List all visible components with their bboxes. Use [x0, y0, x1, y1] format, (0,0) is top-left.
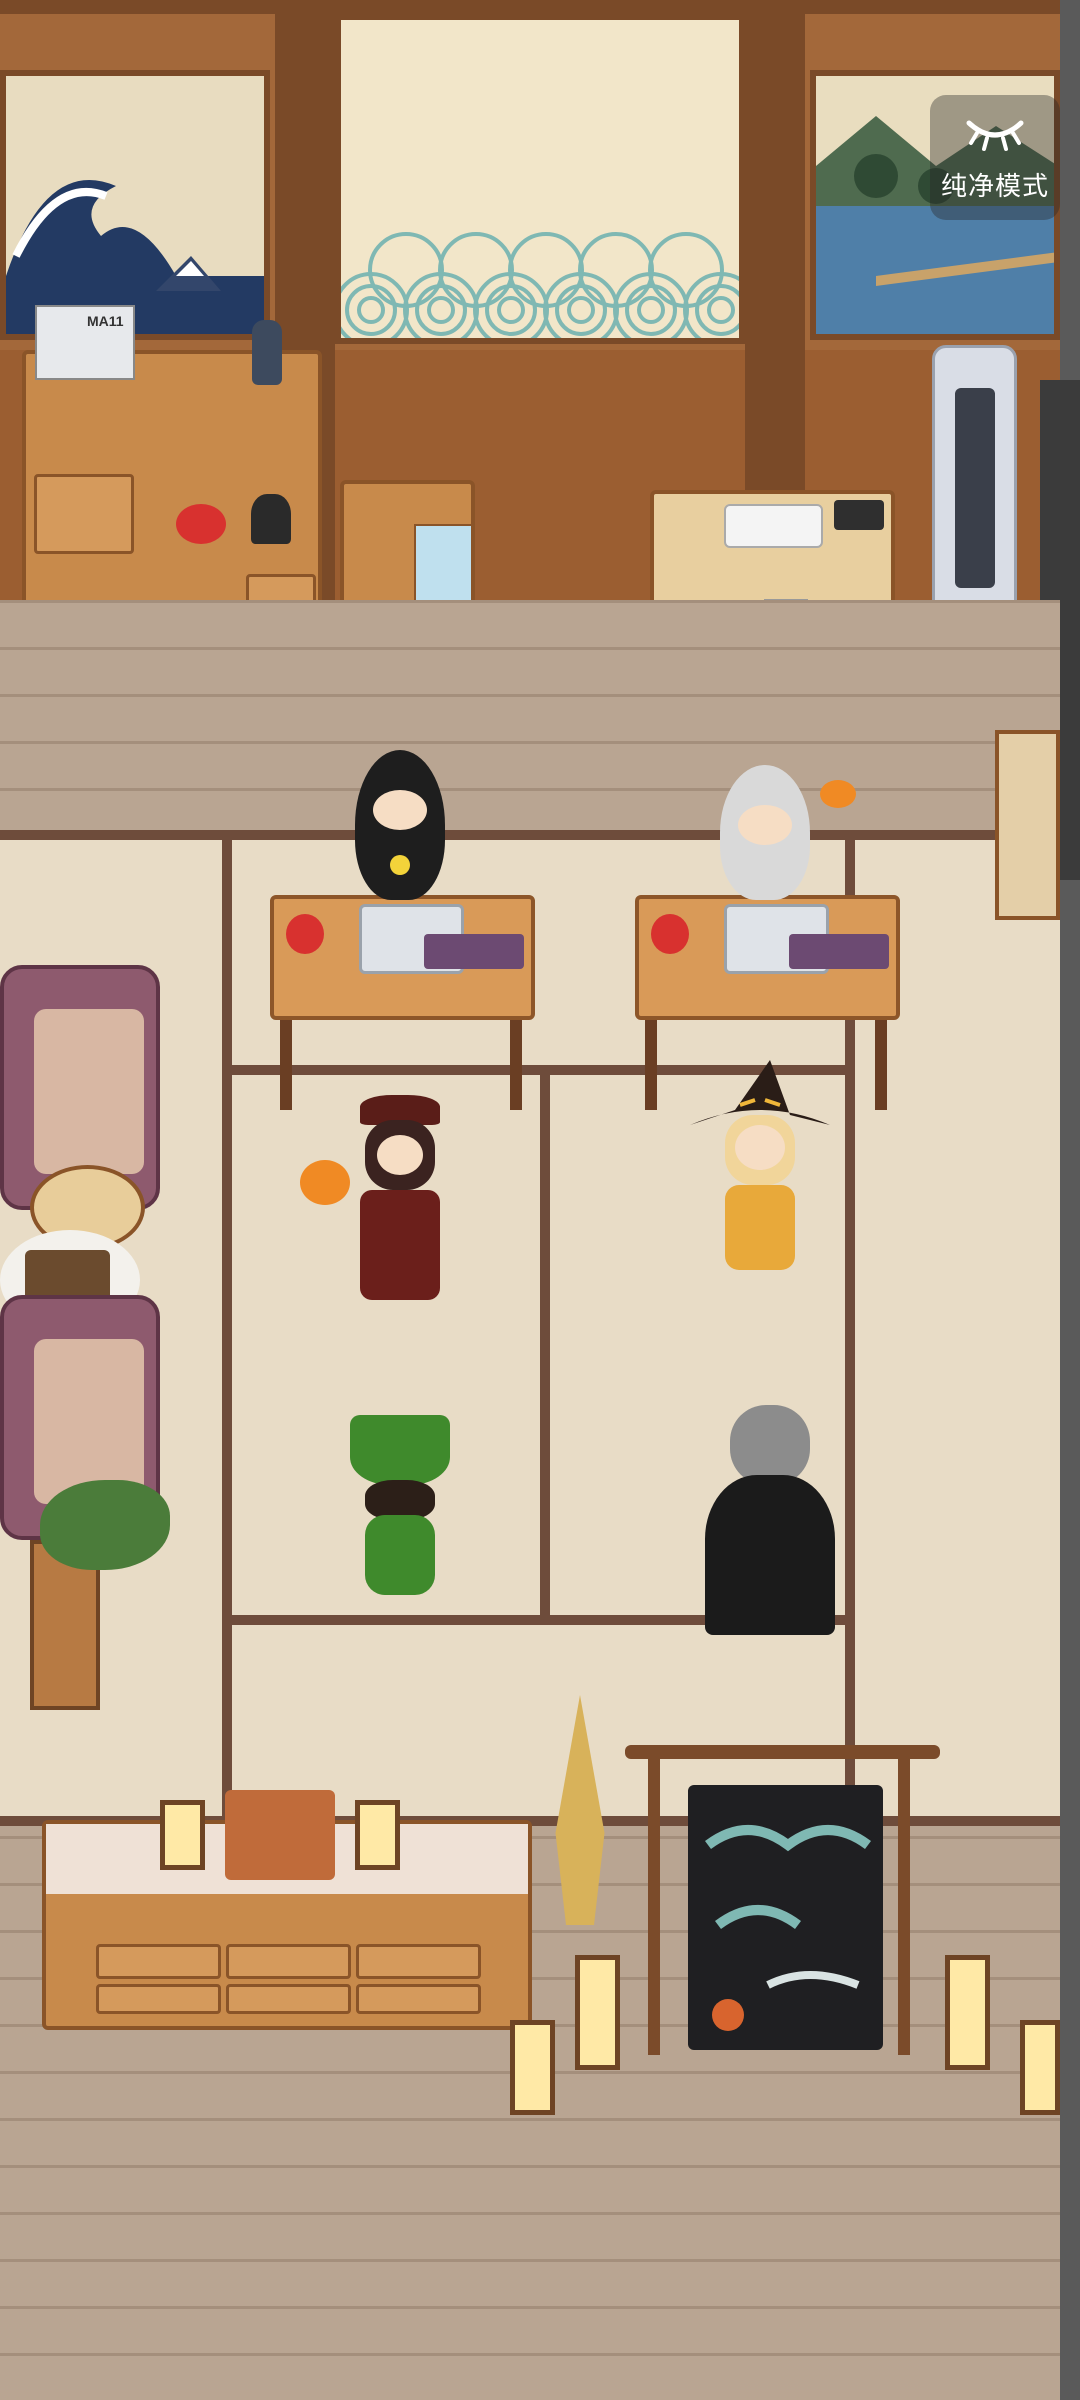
- green-coat: [365, 1515, 435, 1595]
- desk-leg: [510, 1020, 522, 1110]
- jack-o-lantern: [300, 1160, 350, 1205]
- desk-left[interactable]: [270, 895, 535, 1020]
- center-window: [335, 14, 745, 344]
- character-face: [377, 1135, 423, 1175]
- black-cloak: [705, 1475, 835, 1635]
- character-green-hat[interactable]: [340, 1395, 460, 1600]
- badge: [390, 855, 410, 875]
- hina-dolls: [225, 1790, 335, 1880]
- daruma-doll: [176, 504, 226, 544]
- tatami-border: [222, 835, 232, 1820]
- side-panel: [995, 730, 1060, 920]
- floor-lantern: [510, 2020, 555, 2115]
- magazine-title: MA11: [87, 313, 124, 329]
- vase: [252, 320, 282, 385]
- daruma-doll: [651, 914, 689, 954]
- kimono-stand-bar: [625, 1745, 940, 1759]
- desk-leg: [280, 1020, 292, 1110]
- lucky-cat: [251, 494, 291, 544]
- crane-kimono[interactable]: [688, 1785, 883, 2050]
- cabinet-drawer[interactable]: [34, 474, 134, 554]
- kimono-stand-post: [898, 1755, 910, 2055]
- table-lantern: [160, 1800, 205, 1870]
- character-face: [373, 790, 427, 830]
- pure-mode-button[interactable]: 纯净模式: [930, 95, 1060, 220]
- table-drawer[interactable]: [96, 1944, 221, 1979]
- table-drawer[interactable]: [226, 1984, 351, 2014]
- character-face: [738, 805, 792, 845]
- right-wall-edge: [1060, 0, 1080, 2400]
- top-beam: [0, 0, 1060, 14]
- kettle: [834, 500, 884, 530]
- table-drawer[interactable]: [356, 1944, 481, 1979]
- bonsai: [40, 1480, 170, 1570]
- character-white-hood[interactable]: [720, 765, 810, 900]
- table-drawer[interactable]: [356, 1984, 481, 2014]
- sofa-seat: [34, 1339, 144, 1504]
- character-black-hood[interactable]: [355, 750, 445, 900]
- character-pirate[interactable]: [355, 1095, 445, 1305]
- floor-lantern: [1020, 2020, 1060, 2115]
- desk-mat: [789, 934, 889, 969]
- glass-door: [414, 524, 473, 608]
- character-cloaked[interactable]: [695, 1405, 845, 1640]
- character-hair: [365, 1480, 435, 1520]
- desk-leg: [875, 1020, 887, 1110]
- table-lantern: [355, 1800, 400, 1870]
- tatami-border: [0, 830, 1060, 840]
- table-drawer[interactable]: [226, 1944, 351, 1979]
- table-drawer[interactable]: [96, 1984, 221, 2014]
- floor-lantern: [945, 1955, 990, 2070]
- desk-mat: [424, 934, 524, 969]
- green-top-hat: [350, 1415, 450, 1485]
- sink: [724, 504, 823, 548]
- pirate-coat: [360, 1190, 440, 1300]
- kimono-stand-post: [648, 1755, 660, 2055]
- sofa-seat: [34, 1009, 144, 1174]
- daruma-doll: [286, 914, 324, 954]
- desk-leg: [645, 1020, 657, 1110]
- character-witch[interactable]: [680, 1055, 840, 1280]
- magazine: MA11: [35, 305, 135, 380]
- great-wave-painting: [0, 70, 270, 340]
- ac-vent: [955, 388, 995, 588]
- character-hood: [730, 1405, 810, 1485]
- floor-lantern: [575, 1955, 620, 2070]
- witch-dress: [725, 1185, 795, 1270]
- closed-eye-icon: [963, 113, 1027, 158]
- pumpkin-pet: [820, 780, 856, 808]
- character-face: [735, 1125, 785, 1170]
- desk-right[interactable]: [635, 895, 900, 1020]
- wood-floor-top: [0, 600, 1060, 835]
- tatami-border: [540, 1065, 550, 1620]
- pure-mode-label: 纯净模式: [940, 170, 1049, 201]
